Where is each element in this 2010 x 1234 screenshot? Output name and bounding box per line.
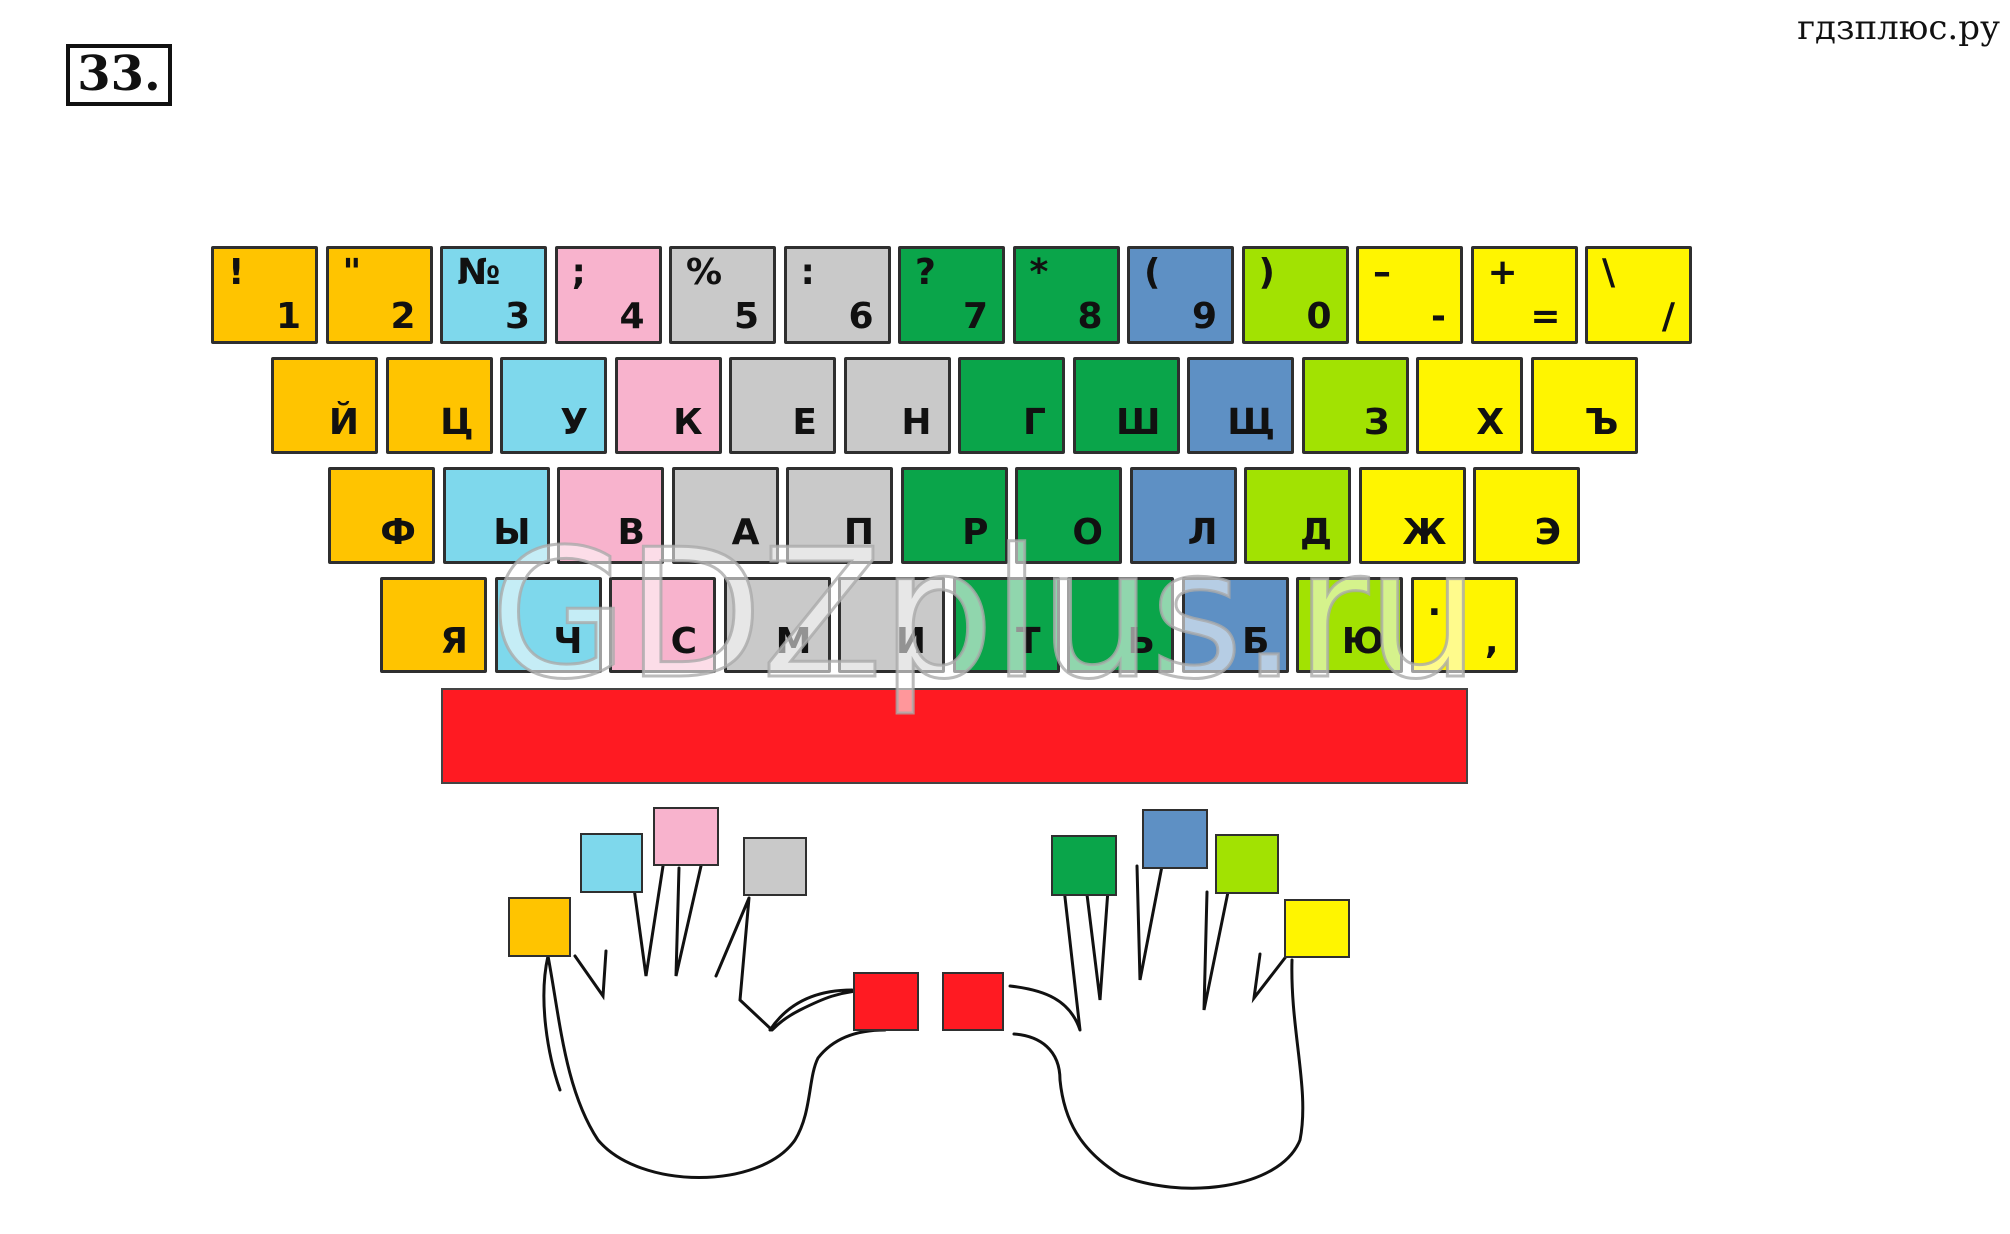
- right-thumb-finger-square: [942, 972, 1004, 1031]
- right-index-finger-square: [1051, 835, 1117, 896]
- hands-diagram: [508, 807, 1350, 1190]
- right-ring-finger-square: [1215, 834, 1279, 894]
- right-middle-finger-square: [1142, 809, 1208, 869]
- left-middle-finger-square: [653, 807, 719, 866]
- right-pinky-finger-square: [1284, 899, 1350, 958]
- hand-outlines: [542, 860, 1305, 1190]
- left-hand-outline: [542, 864, 887, 1179]
- left-pinky-finger-square: [508, 897, 571, 957]
- left-ring-finger-square: [580, 833, 643, 893]
- right-hand-outline: [1008, 860, 1305, 1190]
- left-thumb-finger-square: [853, 972, 919, 1031]
- left-index-finger-square: [743, 837, 807, 896]
